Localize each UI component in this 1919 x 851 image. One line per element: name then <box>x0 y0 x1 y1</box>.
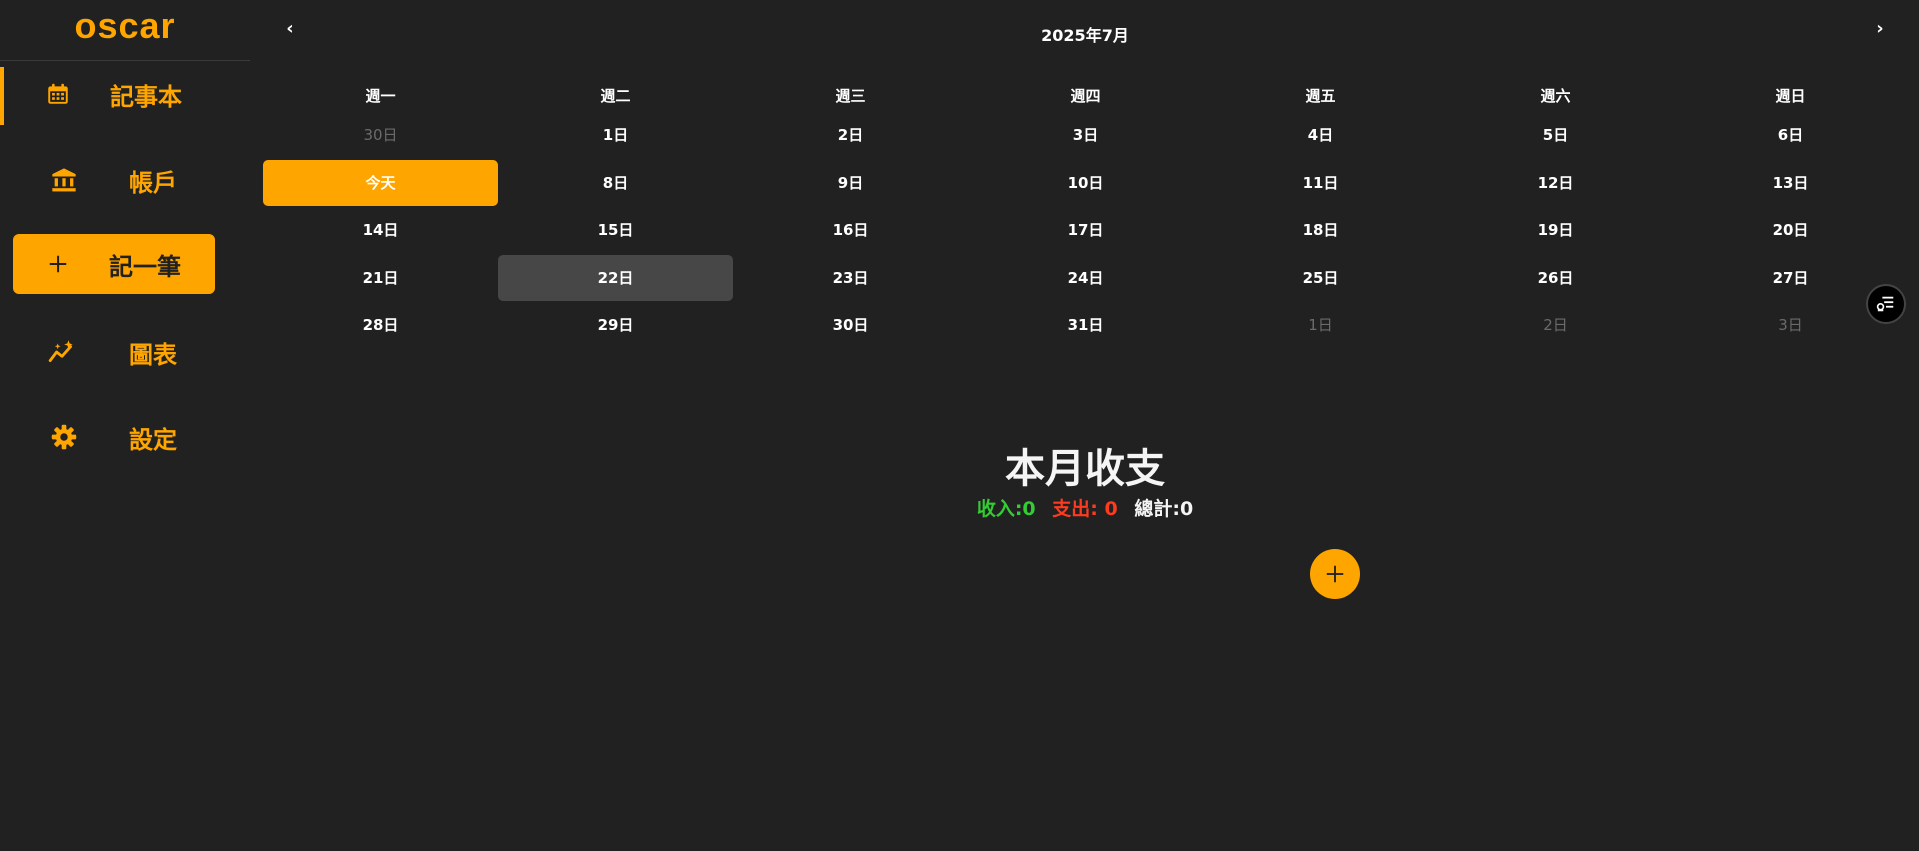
day-cell[interactable]: 31日 <box>968 302 1203 348</box>
day-cell[interactable]: 24日 <box>968 255 1203 301</box>
day-cell[interactable]: 26日 <box>1438 255 1673 301</box>
chart-sparkle-icon <box>48 338 76 366</box>
day-cell[interactable]: 2日 <box>733 112 968 158</box>
app-root: oscar 記事本 帳戶 記一筆 圖表 設定 ‹ 2025年7月 › 週一 週二… <box>0 0 1919 851</box>
day-cell-selected[interactable]: 22日 <box>498 254 733 301</box>
gear-icon <box>50 423 78 451</box>
day-cell[interactable]: 11日 <box>1203 160 1438 206</box>
sidebar-item-label: 帳戶 <box>129 168 177 197</box>
sidebar-item-settings[interactable]: 設定 <box>0 408 250 466</box>
income-total: 收入:0 <box>976 498 1036 520</box>
net-total: 總計:0 <box>1134 498 1194 520</box>
weekday-header: 週日 <box>1775 87 1806 105</box>
day-cell[interactable]: 10日 <box>968 160 1203 206</box>
day-cell[interactable]: 12日 <box>1438 160 1673 206</box>
day-cell[interactable]: 17日 <box>968 207 1203 253</box>
month-title: 2025年7月 <box>1041 26 1129 45</box>
calendar-icon <box>44 80 72 108</box>
monthly-summary-title: 本月收支 <box>1005 446 1165 492</box>
weekday-header: 週一 <box>365 87 396 105</box>
sidebar-item-label: 記事本 <box>110 82 182 111</box>
sidebar-divider <box>0 60 250 61</box>
sidebar: oscar 記事本 帳戶 記一筆 圖表 設定 <box>0 0 250 851</box>
day-cell[interactable]: 20日 <box>1673 207 1908 253</box>
day-cell[interactable]: 23日 <box>733 255 968 301</box>
sidebar-item-charts[interactable]: 圖表 <box>0 323 250 381</box>
day-cell[interactable]: 5日 <box>1438 112 1673 158</box>
day-cell[interactable]: 2日 <box>1438 302 1673 348</box>
sidebar-item-accounts[interactable]: 帳戶 <box>0 151 250 209</box>
day-cell[interactable]: 15日 <box>498 207 733 253</box>
sidebar-item-label: 圖表 <box>129 340 177 369</box>
day-cell[interactable]: 28日 <box>263 302 498 348</box>
plus-icon <box>44 250 72 278</box>
plus-icon <box>1324 563 1346 585</box>
day-cell[interactable]: 18日 <box>1203 207 1438 253</box>
day-cell[interactable]: 9日 <box>733 160 968 206</box>
sidebar-item-label: 設定 <box>129 425 177 454</box>
weekday-header: 週六 <box>1540 87 1571 105</box>
weekday-header: 週三 <box>835 87 866 105</box>
day-cell[interactable]: 3日 <box>968 112 1203 158</box>
brand-logo[interactable]: oscar <box>0 0 250 60</box>
day-cell[interactable]: 16日 <box>733 207 968 253</box>
day-cell[interactable]: 30日 <box>263 112 498 158</box>
sidebar-item-add-record[interactable]: 記一筆 <box>13 234 215 294</box>
calendar-panel: ‹ 2025年7月 › 週一 週二 週三 週四 週五 週六 週日 30日 1日 2日 3日 4日 5日 6… <box>250 0 1919 851</box>
weekday-header: 週四 <box>1070 87 1101 105</box>
day-cell[interactable]: 14日 <box>263 207 498 253</box>
day-cell[interactable]: 21日 <box>263 255 498 301</box>
day-cell[interactable]: 4日 <box>1203 112 1438 158</box>
weekday-header: 週二 <box>600 87 631 105</box>
day-cell[interactable]: 1日 <box>1203 302 1438 348</box>
weekday-header: 週五 <box>1305 87 1336 105</box>
filter-list-icon <box>1875 294 1897 314</box>
monthly-summary: 收入:0 支出: 0 總計:0 <box>250 494 1919 521</box>
day-cell[interactable]: 30日 <box>733 302 968 348</box>
sidebar-item-notebook[interactable]: 記事本 <box>0 65 250 125</box>
day-cell[interactable]: 8日 <box>498 160 733 206</box>
expense-total: 支出: 0 <box>1052 498 1118 520</box>
day-cell-today[interactable]: 今天 <box>263 159 498 206</box>
add-record-button[interactable] <box>1310 549 1360 599</box>
day-cell[interactable]: 25日 <box>1203 255 1438 301</box>
day-cell[interactable]: 1日 <box>498 112 733 158</box>
day-cell[interactable]: 6日 <box>1673 112 1908 158</box>
filter-button[interactable] <box>1866 284 1906 324</box>
next-month-button[interactable]: › <box>1870 18 1890 39</box>
day-cell[interactable]: 19日 <box>1438 207 1673 253</box>
day-cell[interactable]: 13日 <box>1673 160 1908 206</box>
bank-icon <box>50 166 78 194</box>
day-cell[interactable]: 29日 <box>498 302 733 348</box>
sidebar-item-label: 記一筆 <box>109 252 181 281</box>
calendar-grid: 週一 週二 週三 週四 週五 週六 週日 30日 1日 2日 3日 4日 5日 6日 今天 8日 9日 10日 11… <box>263 80 1908 350</box>
